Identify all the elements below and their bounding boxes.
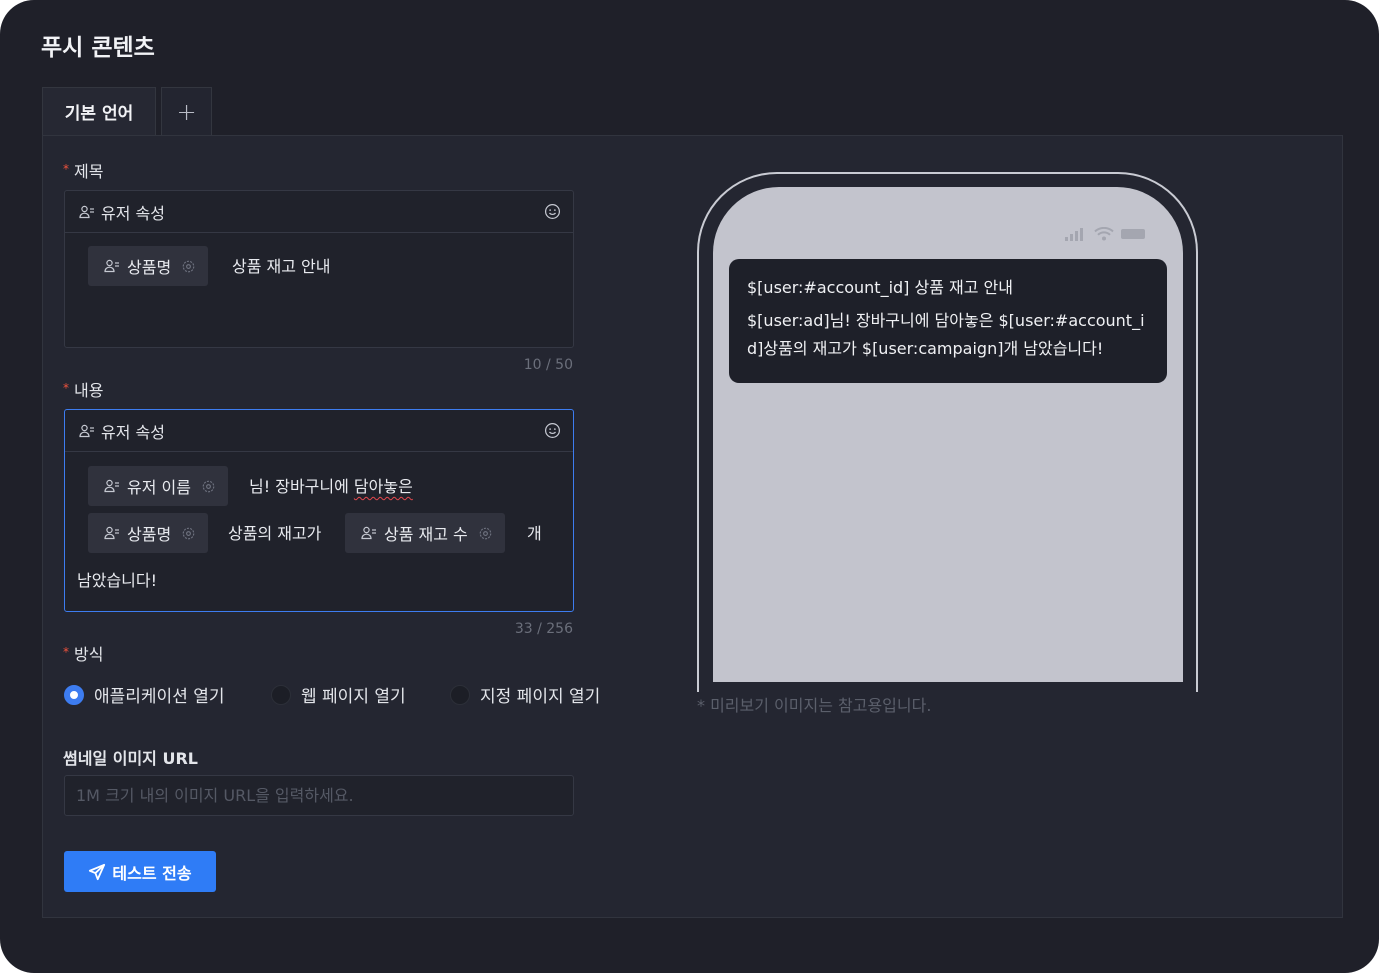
emoji-icon[interactable]: [544, 203, 561, 220]
status-bar: [1065, 227, 1147, 241]
plus-icon: +: [176, 97, 197, 126]
title-counter: 10 / 50: [523, 357, 573, 373]
radio-label: 지정 페이지 열기: [480, 687, 601, 707]
misspelled-word: 담아놓은: [353, 477, 413, 496]
thumbnail-label: 썸네일 이미지 URL: [63, 749, 198, 768]
title-label: * 제목: [63, 162, 104, 181]
user-attribute-icon: [104, 259, 119, 273]
user-attribute-icon: [79, 424, 94, 437]
radio-open-app[interactable]: 애플리케이션 열기: [64, 682, 225, 707]
required-mark: *: [63, 381, 69, 395]
attribute-chip-product-name[interactable]: 상품명: [88, 246, 209, 286]
radio-label: 애플리케이션 열기: [94, 687, 225, 707]
gear-icon[interactable]: [181, 259, 196, 274]
emoji-icon[interactable]: [544, 422, 561, 439]
user-attribute-icon: [361, 526, 376, 540]
user-attribute-icon: [104, 526, 119, 540]
chip-label: 상품 재고 수: [384, 525, 468, 544]
preview-note: * 미리보기 이미지는 참고용입니다.: [697, 696, 932, 715]
content-counter: 33 / 256: [514, 621, 573, 637]
send-button-label: 테스트 전송: [112, 863, 192, 883]
test-send-button[interactable]: 테스트 전송: [64, 851, 216, 892]
chip-label: 유저 이름: [127, 478, 191, 497]
attribute-chip-stock-count[interactable]: 상품 재고 수: [345, 513, 505, 553]
required-mark: *: [63, 645, 69, 659]
send-icon: [89, 863, 106, 880]
gear-icon[interactable]: [478, 526, 493, 541]
content-editor-toolbar: 유저 속성: [65, 410, 573, 452]
radio-open-specific-page[interactable]: 지정 페이지 열기: [450, 682, 600, 707]
notification-title: $[user:#account_id] 상품 재고 안내: [747, 278, 1013, 297]
radio-button-selected[interactable]: [64, 684, 84, 705]
content-text-1: 님! 장바구니에 담아놓은: [249, 477, 413, 496]
wifi-icon: [1094, 227, 1114, 241]
gear-icon[interactable]: [201, 479, 216, 494]
notification-body: $[user:ad]님! 장바구니에 담아놓은 $[user:#account_…: [747, 311, 1145, 358]
user-attribute-icon: [79, 205, 94, 218]
radio-label: 웹 페이지 열기: [301, 687, 406, 707]
signal-icon: [1065, 228, 1083, 241]
user-attribute-icon: [104, 479, 119, 493]
radio-open-web-page[interactable]: 웹 페이지 열기: [271, 682, 406, 707]
page-title: 푸시 콘텐츠: [41, 35, 155, 61]
attribute-chip-product-name[interactable]: 상품명: [88, 513, 209, 553]
add-tab-button[interactable]: +: [161, 87, 212, 135]
chip-label: 상품명: [127, 525, 172, 544]
content-text-4: 남았습니다!: [77, 571, 158, 590]
title-editor-toolbar: 유저 속성: [65, 191, 573, 233]
user-attribute-button[interactable]: 유저 속성: [101, 419, 165, 443]
push-content-card: 푸시 콘텐츠 기본 언어 + * 제목 유저 속성 상품명 상품 재고 안내 1…: [0, 0, 1379, 973]
push-notification-preview: $[user:#account_id] 상품 재고 안내 $[user:ad]님…: [729, 259, 1167, 383]
method-label: * 방식: [63, 645, 104, 664]
required-mark: *: [63, 162, 69, 176]
tab-default-language[interactable]: 기본 언어: [42, 87, 156, 135]
battery-icon: [1121, 229, 1145, 239]
content-text-2: 상품의 재고가: [228, 524, 322, 543]
attribute-chip-user-name[interactable]: 유저 이름: [88, 466, 228, 506]
thumbnail-url-input[interactable]: [64, 775, 574, 816]
title-text: 상품 재고 안내: [232, 257, 331, 276]
radio-button[interactable]: [271, 684, 291, 705]
gear-icon[interactable]: [181, 526, 196, 541]
content-label: * 내용: [63, 381, 104, 400]
chip-label: 상품명: [127, 258, 172, 277]
user-attribute-button[interactable]: 유저 속성: [101, 200, 165, 224]
content-text-3: 개: [527, 524, 542, 543]
radio-button[interactable]: [450, 684, 470, 705]
